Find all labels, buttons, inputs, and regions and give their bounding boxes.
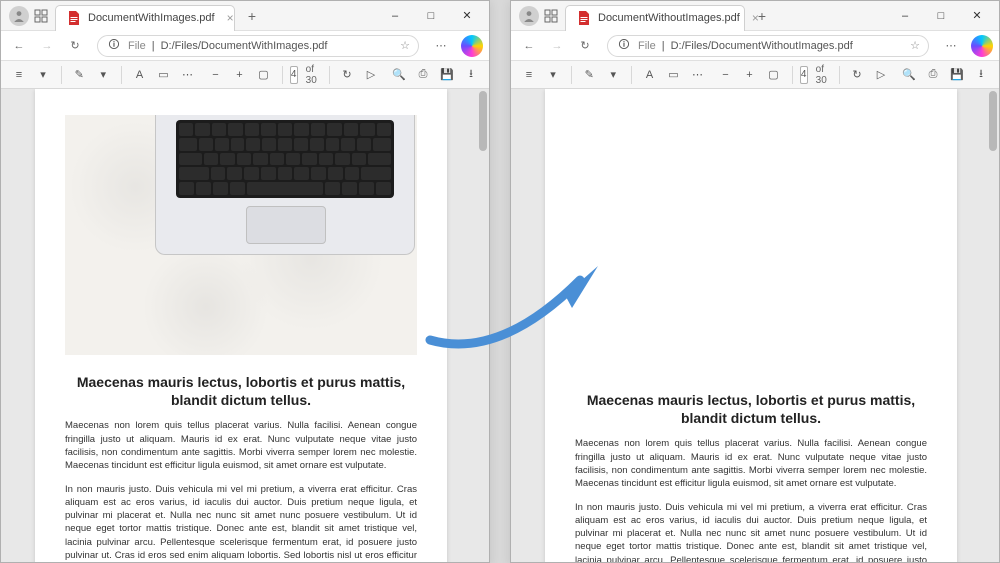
page-number-input[interactable]: 4 <box>290 66 298 84</box>
print-button[interactable]: ⎙ <box>923 64 943 86</box>
browser-window-left: DocumentWithImages.pdf × + – □ ✕ ← → ↻ 🛈… <box>0 0 490 563</box>
back-button[interactable]: ← <box>7 34 31 58</box>
more-tools-button[interactable]: ⋯ <box>178 64 198 86</box>
download-button[interactable]: ⭳ <box>971 64 991 86</box>
titlebar: DocumentWithoutImages.pdf × + – □ ✕ <box>511 1 999 31</box>
zoom-out-button[interactable]: − <box>206 64 226 86</box>
url-scheme-label: File <box>638 40 656 52</box>
copilot-icon[interactable] <box>971 35 993 57</box>
read-aloud-button[interactable]: A <box>130 64 150 86</box>
doc-paragraph: In non mauris justo. Duis vehicula mi ve… <box>65 483 417 562</box>
window-controls: – □ ✕ <box>377 2 485 30</box>
fit-button[interactable]: ▢ <box>254 64 274 86</box>
url-path: D:/Files/DocumentWithoutImages.pdf <box>671 40 905 52</box>
pdf-page: Maecenas mauris lectus, lobortis et puru… <box>35 89 447 562</box>
draw-caret-icon[interactable]: ▾ <box>603 64 623 86</box>
minimize-button[interactable]: – <box>887 2 923 30</box>
tab-close-button[interactable]: × <box>227 11 234 25</box>
favorite-icon[interactable]: ☆ <box>910 39 920 52</box>
minimize-button[interactable]: – <box>377 2 413 30</box>
page-number-input[interactable]: 4 <box>800 66 808 84</box>
search-button[interactable]: 🔍 <box>899 64 919 86</box>
profile-avatar[interactable] <box>9 6 29 26</box>
pdf-toolbar: ≡ ▾ ✎ ▾ A ▭ ⋯ − + ▢ 4 of 30 ↻ ▷ 🔍 ⎙ 💾 ⭳ <box>1 61 489 89</box>
url-scheme-label: File <box>128 40 146 52</box>
document-image <box>65 115 417 355</box>
copilot-icon[interactable] <box>461 35 483 57</box>
maximize-button[interactable]: □ <box>923 2 959 30</box>
scrollbar-thumb[interactable] <box>479 91 487 151</box>
save-button[interactable]: 💾 <box>947 64 967 86</box>
pdf-viewer[interactable]: Maecenas mauris lectus, lobortis et puru… <box>511 89 999 562</box>
favorite-icon[interactable]: ☆ <box>400 39 410 52</box>
site-info-icon[interactable]: 🛈 <box>616 38 632 54</box>
new-tab-button[interactable]: + <box>749 3 775 29</box>
forward-button[interactable]: → <box>545 34 569 58</box>
close-window-button[interactable]: ✕ <box>449 2 485 30</box>
titlebar: DocumentWithImages.pdf × + – □ ✕ <box>1 1 489 31</box>
address-bar: ← → ↻ 🛈 File | D:/Files/DocumentWithImag… <box>1 31 489 61</box>
url-box[interactable]: 🛈 File | D:/Files/DocumentWithImages.pdf… <box>97 35 419 57</box>
maximize-button[interactable]: □ <box>413 2 449 30</box>
tab-title: DocumentWithImages.pdf <box>88 12 215 24</box>
workspaces-icon[interactable] <box>543 8 559 24</box>
doc-heading-1: Maecenas mauris lectus, lobortis et puru… <box>65 373 417 409</box>
page-total-label: of 30 <box>816 64 827 86</box>
contents-caret-icon[interactable]: ▾ <box>543 64 563 86</box>
page-view-button[interactable]: ▭ <box>664 64 684 86</box>
menu-button[interactable]: ⋯ <box>939 34 963 58</box>
new-tab-button[interactable]: + <box>239 3 265 29</box>
more-tools-button[interactable]: ⋯ <box>688 64 708 86</box>
doc-paragraph: In non mauris justo. Duis vehicula mi ve… <box>575 501 927 562</box>
tab-title: DocumentWithoutImages.pdf <box>598 12 740 24</box>
page-layout-button[interactable]: ▷ <box>361 64 381 86</box>
contents-button[interactable]: ≡ <box>9 64 29 86</box>
reload-button[interactable]: ↻ <box>63 34 87 58</box>
back-button[interactable]: ← <box>517 34 541 58</box>
search-button[interactable]: 🔍 <box>389 64 409 86</box>
browser-tab[interactable]: DocumentWithImages.pdf × <box>55 5 235 31</box>
zoom-in-button[interactable]: + <box>230 64 250 86</box>
pdf-page: Maecenas mauris lectus, lobortis et puru… <box>545 89 957 562</box>
rotate-button[interactable]: ↻ <box>337 64 357 86</box>
print-button[interactable]: ⎙ <box>413 64 433 86</box>
read-aloud-button[interactable]: A <box>640 64 660 86</box>
draw-button[interactable]: ✎ <box>69 64 89 86</box>
draw-button[interactable]: ✎ <box>579 64 599 86</box>
contents-caret-icon[interactable]: ▾ <box>33 64 53 86</box>
page-view-button[interactable]: ▭ <box>154 64 174 86</box>
url-box[interactable]: 🛈 File | D:/Files/DocumentWithoutImages.… <box>607 35 929 57</box>
draw-caret-icon[interactable]: ▾ <box>93 64 113 86</box>
zoom-in-button[interactable]: + <box>740 64 760 86</box>
forward-button[interactable]: → <box>35 34 59 58</box>
site-info-icon[interactable]: 🛈 <box>106 38 122 54</box>
pdf-viewer[interactable]: Maecenas mauris lectus, lobortis et puru… <box>1 89 489 562</box>
doc-paragraph: Maecenas non lorem quis tellus placerat … <box>575 437 927 490</box>
save-button[interactable]: 💾 <box>437 64 457 86</box>
pdf-icon <box>576 10 592 26</box>
url-path: D:/Files/DocumentWithImages.pdf <box>161 40 395 52</box>
pdf-icon <box>66 10 82 26</box>
download-button[interactable]: ⭳ <box>461 64 481 86</box>
close-window-button[interactable]: ✕ <box>959 2 995 30</box>
browser-window-right: DocumentWithoutImages.pdf × + – □ ✕ ← → … <box>510 0 1000 563</box>
window-controls: – □ ✕ <box>887 2 995 30</box>
browser-tab[interactable]: DocumentWithoutImages.pdf × <box>565 5 745 31</box>
rotate-button[interactable]: ↻ <box>847 64 867 86</box>
profile-avatar[interactable] <box>519 6 539 26</box>
fit-button[interactable]: ▢ <box>764 64 784 86</box>
doc-paragraph: Maecenas non lorem quis tellus placerat … <box>65 419 417 472</box>
menu-button[interactable]: ⋯ <box>429 34 453 58</box>
address-bar: ← → ↻ 🛈 File | D:/Files/DocumentWithoutI… <box>511 31 999 61</box>
scrollbar-thumb[interactable] <box>989 91 997 151</box>
pdf-toolbar: ≡ ▾ ✎ ▾ A ▭ ⋯ − + ▢ 4 of 30 ↻ ▷ 🔍 ⎙ 💾 ⭳ <box>511 61 999 89</box>
page-layout-button[interactable]: ▷ <box>871 64 891 86</box>
zoom-out-button[interactable]: − <box>716 64 736 86</box>
contents-button[interactable]: ≡ <box>519 64 539 86</box>
workspaces-icon[interactable] <box>33 8 49 24</box>
page-total-label: of 30 <box>306 64 317 86</box>
reload-button[interactable]: ↻ <box>573 34 597 58</box>
doc-heading-1: Maecenas mauris lectus, lobortis et puru… <box>575 391 927 427</box>
